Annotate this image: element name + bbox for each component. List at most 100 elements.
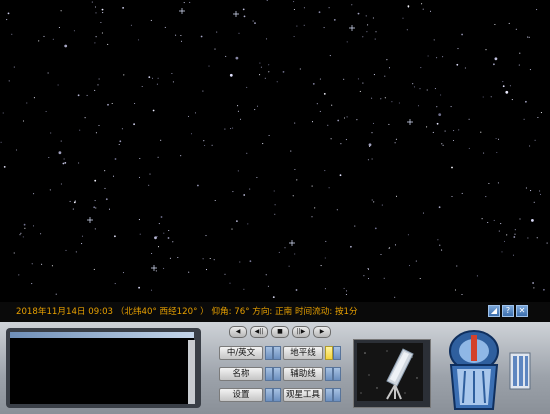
star — [150, 289, 153, 291]
help-button[interactable]: ? — [502, 305, 514, 317]
star — [487, 221, 489, 224]
name-indicator — [265, 367, 273, 381]
name-toggle-button[interactable]: 名称 — [219, 367, 263, 381]
star — [451, 166, 453, 169]
star — [354, 225, 356, 227]
star — [2, 112, 4, 114]
star — [231, 228, 233, 230]
stargazing-tools-label: 观星工具 — [285, 390, 320, 400]
bright-star — [233, 11, 239, 17]
star — [494, 57, 498, 61]
star — [267, 285, 269, 287]
star — [74, 200, 76, 202]
star — [316, 103, 318, 105]
star — [296, 25, 298, 27]
star — [200, 35, 203, 38]
star-sky-view[interactable] — [0, 0, 550, 302]
star — [118, 143, 120, 146]
star — [525, 100, 527, 103]
star — [294, 253, 296, 255]
star — [33, 97, 35, 99]
star — [95, 207, 97, 209]
star — [101, 32, 103, 34]
observatory-dial-icon — [445, 325, 503, 410]
star — [183, 2, 185, 4]
star — [514, 233, 516, 235]
horizon-toggle-button[interactable]: 地平线 — [283, 346, 323, 360]
star — [65, 249, 67, 251]
star — [373, 201, 375, 203]
star — [412, 83, 414, 85]
star — [272, 296, 275, 298]
star — [224, 273, 226, 275]
star — [150, 19, 152, 21]
lang-toggle-button[interactable]: 中/英文 — [219, 346, 263, 360]
star — [246, 152, 248, 154]
star — [407, 234, 409, 236]
minimize-button[interactable]: ◢ — [488, 305, 500, 317]
star — [476, 275, 478, 277]
star — [536, 9, 538, 11]
stargazing-tools-button[interactable]: 观星工具 — [283, 388, 323, 402]
star — [104, 187, 106, 189]
star — [299, 68, 301, 70]
star — [121, 128, 123, 130]
star — [138, 286, 141, 289]
settings-button[interactable]: 设置 — [219, 388, 263, 402]
star — [149, 173, 151, 175]
stop-button[interactable]: ■ — [271, 326, 289, 338]
star — [406, 29, 408, 31]
aux-lines-button[interactable]: 辅助线 — [283, 367, 323, 381]
star — [421, 3, 423, 5]
star — [485, 49, 487, 51]
star — [328, 7, 330, 9]
fast-forward-button[interactable]: ▶ — [313, 326, 331, 338]
star — [311, 185, 313, 187]
star — [93, 206, 96, 209]
star — [438, 113, 442, 116]
star — [157, 77, 159, 79]
close-button[interactable]: ✕ — [516, 305, 528, 317]
star — [81, 235, 84, 237]
star — [180, 155, 182, 157]
star — [546, 242, 548, 244]
telescope-view[interactable] — [357, 343, 423, 401]
star — [98, 124, 100, 127]
star — [503, 240, 506, 242]
star — [426, 126, 428, 128]
rewind-button[interactable]: ◀ — [229, 326, 247, 338]
star — [493, 219, 495, 221]
star — [40, 233, 42, 235]
star — [422, 8, 424, 10]
star — [481, 218, 483, 220]
star — [214, 199, 216, 202]
star — [190, 133, 193, 135]
star — [367, 278, 370, 280]
star — [51, 265, 53, 267]
star — [402, 17, 404, 19]
mini-panel-icon[interactable] — [509, 352, 531, 392]
star — [290, 150, 292, 152]
star — [292, 195, 294, 197]
star — [15, 149, 18, 151]
star — [273, 190, 275, 192]
step-back-button[interactable]: ◀|| — [250, 326, 268, 338]
name-indicator-2 — [273, 367, 281, 381]
star — [208, 65, 210, 67]
horizon-toggle-label: 地平线 — [290, 348, 316, 358]
star — [49, 189, 51, 191]
star — [346, 116, 348, 118]
star — [168, 229, 170, 232]
info-scrollbar[interactable] — [188, 340, 195, 404]
star — [339, 174, 342, 177]
step-forward-button[interactable]: ||▶ — [292, 326, 310, 338]
star — [345, 139, 347, 141]
star — [57, 84, 59, 86]
star — [426, 89, 428, 91]
star — [359, 90, 361, 92]
star — [114, 283, 116, 285]
star — [362, 36, 364, 38]
star — [294, 168, 296, 171]
star — [346, 41, 348, 43]
star — [175, 34, 177, 36]
